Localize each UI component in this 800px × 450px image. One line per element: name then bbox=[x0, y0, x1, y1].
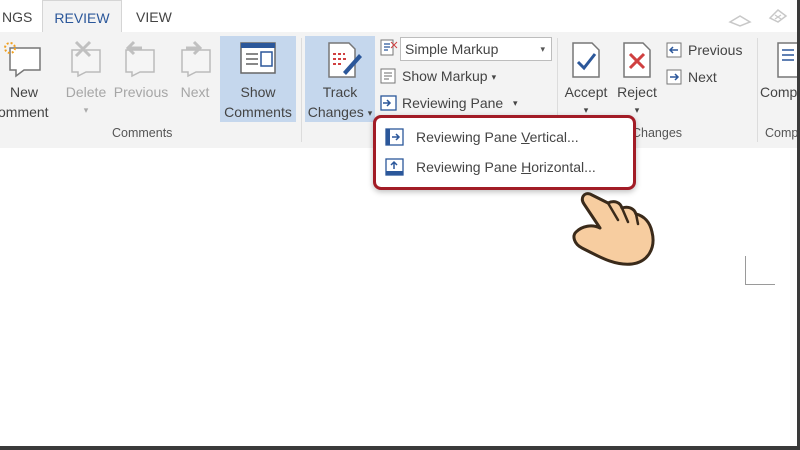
delete-label: Delete bbox=[65, 84, 107, 100]
previous-comment-icon bbox=[125, 40, 155, 78]
dropdown-caret: ▾ bbox=[491, 72, 497, 83]
group-separator bbox=[301, 38, 302, 142]
show-markup-icon bbox=[380, 68, 396, 84]
ribbon-options-icon[interactable] bbox=[766, 6, 790, 24]
menu-item-reviewing-pane-horizontal[interactable]: Reviewing Pane Horizontal... bbox=[384, 154, 622, 180]
compare-button[interactable]: Comp bbox=[760, 36, 797, 124]
delete-comment-icon bbox=[71, 40, 101, 78]
group-separator bbox=[757, 38, 758, 142]
margin-mark bbox=[745, 256, 746, 284]
show-comments-icon bbox=[240, 42, 276, 74]
accept-icon bbox=[572, 42, 600, 78]
track-changes-icon bbox=[328, 42, 362, 78]
compare-icon bbox=[777, 42, 797, 78]
dropdown-caret: ▾ bbox=[367, 108, 373, 119]
next-comment-icon bbox=[181, 40, 211, 78]
menu-item-text: orizontal... bbox=[531, 159, 596, 175]
previous-change-button[interactable]: Previous bbox=[665, 38, 755, 62]
reject-label: Reject bbox=[617, 84, 657, 100]
word-window: NGS REVIEW VIEW New omment Delete ▾ Prev… bbox=[0, 0, 797, 446]
markup-dropdown-value: Simple Markup bbox=[405, 41, 499, 57]
menu-item-text: Reviewing Pane bbox=[416, 129, 522, 145]
next-change-button[interactable]: Next bbox=[665, 65, 755, 89]
reviewing-pane-button[interactable]: Reviewing Pane ▾ bbox=[377, 91, 525, 115]
reject-button[interactable]: Reject ▾ bbox=[612, 36, 662, 124]
reject-icon bbox=[623, 42, 651, 78]
comments-group-label: Comments bbox=[112, 126, 173, 140]
next-change-label: Next bbox=[688, 69, 717, 85]
compare-group-label: Comp bbox=[765, 126, 797, 140]
markup-dropdown[interactable]: Simple Markup ▾ bbox=[400, 37, 552, 61]
horizontal-pane-icon bbox=[385, 158, 404, 176]
accept-label: Accept bbox=[564, 84, 608, 100]
chevron-down-icon: ▾ bbox=[513, 98, 518, 108]
previous-comment-button[interactable]: Previous bbox=[112, 36, 170, 124]
menu-item-text: ertical... bbox=[529, 129, 579, 145]
show-comments-label: Show Comments bbox=[224, 84, 292, 120]
new-comment-icon bbox=[4, 42, 41, 78]
chevron-down-icon: ▾ bbox=[540, 44, 545, 54]
accept-button[interactable]: Accept ▾ bbox=[560, 36, 612, 124]
touch-mode-icon[interactable] bbox=[728, 12, 752, 28]
track-changes-button[interactable]: Track Changes ▾ bbox=[305, 36, 375, 122]
reviewing-pane-menu: Reviewing Pane Vertical... Reviewing Pan… bbox=[373, 115, 636, 190]
previous-change-label: Previous bbox=[688, 42, 743, 58]
document-area[interactable] bbox=[0, 166, 797, 446]
changes-group-label: Changes bbox=[632, 126, 683, 140]
tab-mailings[interactable]: NGS bbox=[0, 0, 36, 32]
show-comments-button[interactable]: Show Comments bbox=[220, 36, 296, 122]
reviewing-pane-icon bbox=[380, 95, 397, 111]
reviewing-pane-label: Reviewing Pane bbox=[402, 95, 504, 111]
menu-item-reviewing-pane-vertical[interactable]: Reviewing Pane Vertical... bbox=[384, 124, 622, 150]
menu-item-accel: H bbox=[521, 159, 532, 175]
tab-review[interactable]: REVIEW bbox=[42, 0, 122, 33]
previous-label: Previous bbox=[113, 84, 169, 100]
vertical-pane-icon bbox=[385, 128, 404, 146]
pointing-hand-icon bbox=[572, 192, 655, 266]
tab-label: VIEW bbox=[136, 9, 172, 25]
menu-item-text: Reviewing Pane bbox=[416, 159, 522, 175]
next-comment-button[interactable]: Next bbox=[172, 36, 218, 124]
next-label: Next bbox=[180, 84, 210, 100]
delete-comment-button[interactable]: Delete ▾ bbox=[60, 36, 112, 124]
next-change-icon bbox=[666, 69, 682, 85]
margin-mark bbox=[745, 284, 775, 285]
tab-label: NGS bbox=[2, 9, 33, 25]
previous-change-icon bbox=[666, 42, 682, 58]
track-changes-label: Track Changes ▾ bbox=[307, 84, 373, 120]
markup-icon bbox=[380, 39, 398, 56]
tab-label: REVIEW bbox=[54, 10, 110, 26]
compare-label: Comp bbox=[760, 84, 797, 100]
new-comment-label: New omment bbox=[0, 84, 49, 120]
ribbon-tabs: NGS REVIEW VIEW bbox=[0, 0, 797, 33]
tab-view[interactable]: VIEW bbox=[136, 0, 176, 32]
new-comment-button[interactable]: New omment bbox=[0, 36, 50, 124]
dropdown-caret: ▾ bbox=[83, 105, 89, 115]
show-markup-label: Show Markup bbox=[402, 68, 488, 84]
menu-item-accel: V bbox=[521, 129, 530, 145]
show-markup-button[interactable]: Show Markup ▾ bbox=[378, 64, 508, 88]
